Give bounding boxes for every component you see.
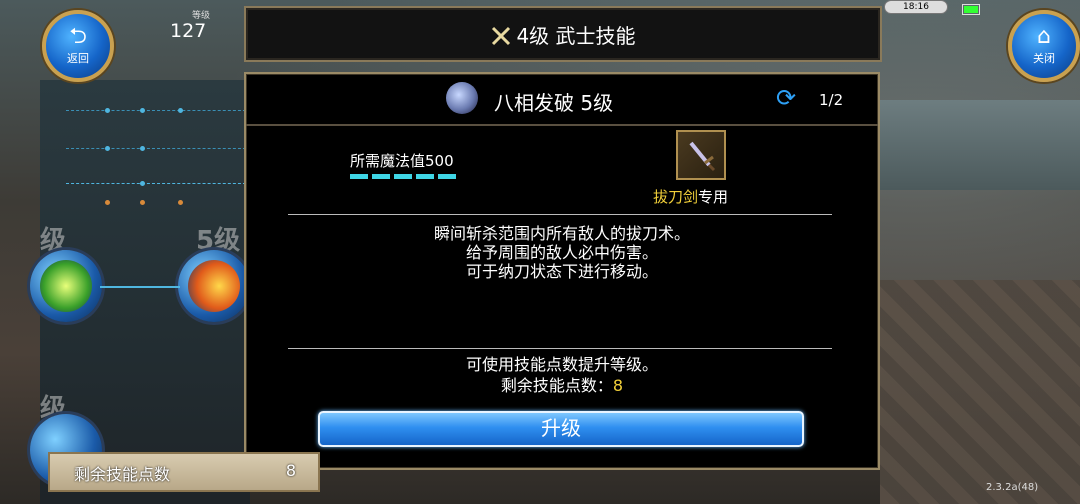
description-line: 给予周围的敌人必中伤害。 [465,243,658,262]
refresh-cycle-icon[interactable]: ⟳ [776,86,796,110]
home-icon: ⌂ [1037,24,1051,49]
skill-tree-node [105,108,110,113]
upgrade-info: 可使用技能点数提升等级。 剩余技能点数：8 [246,354,878,396]
background-floor [880,280,1080,504]
remaining-points-line: 剩余技能点数：8 [246,375,878,396]
upgrade-hint: 可使用技能点数提升等级。 [465,355,658,374]
dialog-header: 八相发破 5级 ⟳ 1/2 [246,74,878,126]
mp-requirement: 所需魔法值500 [350,152,454,170]
weapon-suffix: 专用 [698,188,729,206]
player-level-badge: 等级 127 [160,4,240,44]
version-label: 2.3.2a(48) [986,482,1039,493]
skill-orb-slash[interactable] [178,250,250,322]
divider [288,214,832,215]
background-sea [880,100,1080,190]
close-button[interactable]: ⌂ 关闭 [1008,10,1080,82]
skill-tree-node [178,108,183,113]
remaining-points-value: 8 [612,376,624,395]
upgrade-button[interactable]: 升级 [318,411,804,447]
skill-tree-link [66,183,246,184]
crossed-swords-icon [492,26,511,46]
status-clock: 18:16 [884,0,948,14]
back-arrow-icon: ⮌ [69,24,87,49]
weapon-requirement: 拔刀剑专用 [653,186,728,207]
skill-points-panel: 剩余技能点数 8 [48,452,320,492]
window-title-text: 4级 武士技能 [516,24,636,48]
weapon-slot[interactable] [676,130,726,180]
skill-tree-node [140,108,145,113]
skill-name: 八相发破 5级 [494,91,614,115]
skill-tree-link [66,148,246,149]
mp-bar-segments [350,174,456,179]
weapon-name: 拔刀剑 [653,188,699,206]
divider [288,348,832,349]
skill-orb-sword[interactable] [30,250,102,322]
skill-swirl-icon [446,82,478,114]
skill-tree-node [140,146,145,151]
skill-points-label: 剩余技能点数 [74,465,171,484]
skill-tree-node [140,200,145,205]
skill-points-value: 8 [285,461,296,480]
description-line: 瞬间斩杀范围内所有敌人的拔刀术。 [433,224,690,243]
sword-icon [689,141,716,172]
skill-tree-node [140,181,145,186]
skill-description: 瞬间斩杀范围内所有敌人的拔刀术。 给予周围的敌人必中伤害。 可于纳刀状态下进行移… [246,224,878,281]
skill-tree-node [105,200,110,205]
skill-tree-link [66,110,246,111]
description-line: 可于纳刀状态下进行移动。 [465,262,658,281]
skill-tree-node [105,146,110,151]
close-label: 关闭 [1033,52,1055,65]
battery-icon [962,4,980,15]
skill-tree-link [100,286,180,288]
window-title-bar: 4级 武士技能 [244,6,882,62]
back-label: 返回 [67,52,89,65]
back-button[interactable]: ⮌ 返回 [42,10,114,82]
remaining-points-label: 剩余技能点数： [500,376,613,395]
page-indicator: 1/2 [819,91,844,109]
skill-tree-node [178,200,183,205]
level-value: 127 [170,20,207,42]
window-title: 4级 武士技能 [246,20,880,49]
skill-detail-dialog: 八相发破 5级 ⟳ 1/2 所需魔法值500 拔刀剑专用 瞬间斩杀范围内所有敌人… [244,72,880,470]
